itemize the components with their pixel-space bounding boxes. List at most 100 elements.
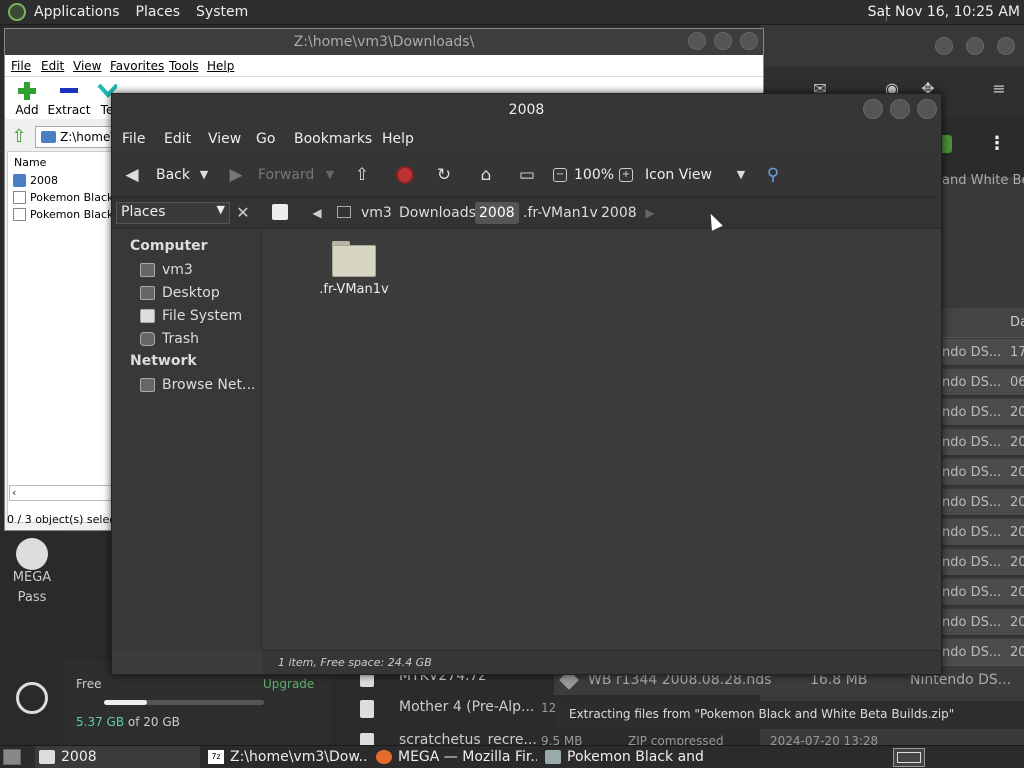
up-arrow-icon[interactable]: ⇧ — [352, 165, 372, 185]
item-name: Pokemon Black ar — [30, 208, 112, 221]
zoom-out-icon[interactable]: − — [553, 168, 567, 182]
kebab-menu-icon[interactable]: ⋮ — [988, 133, 1006, 154]
mega-logo-icon[interactable] — [16, 682, 48, 714]
back-button[interactable]: Back — [156, 153, 190, 197]
crumb-right-arrow-icon[interactable]: ▶ — [640, 202, 660, 224]
close-icon[interactable] — [740, 32, 758, 50]
maximize-icon[interactable] — [890, 99, 910, 119]
table-row[interactable]: ndo DS... 20 — [940, 459, 1024, 487]
folder-icon — [13, 174, 26, 187]
hamburger-menu-icon[interactable]: ≡ — [989, 79, 1009, 99]
forward-arrow-icon[interactable]: ▶ — [226, 165, 246, 185]
reload-icon[interactable]: ↻ — [434, 165, 454, 185]
name-column-header[interactable]: Name — [14, 156, 46, 169]
task-firefox[interactable]: MEGA — Mozilla Fir... — [372, 746, 537, 768]
sidebar-item-vm3[interactable]: vm3 — [140, 260, 193, 280]
table-row[interactable]: ndo DS... 20 — [940, 489, 1024, 517]
7zip-titlebar[interactable]: Z:\home\vm3\Downloads\ — [5, 29, 763, 55]
system-menu[interactable]: System — [196, 4, 248, 20]
table-row[interactable]: ndo DS... 20 — [940, 549, 1024, 577]
view-mode-select[interactable]: Icon View — [645, 153, 712, 197]
breadcrumb-downloads[interactable]: Downloads — [395, 202, 480, 224]
horizontal-scrollbar[interactable]: ‹ — [9, 485, 115, 501]
storage-plan-label: Free — [76, 677, 102, 691]
minimize-icon[interactable] — [688, 32, 706, 50]
minimize-icon[interactable] — [935, 37, 953, 55]
extraction-status-tooltip: Extracting files from "Pokemon Black and… — [556, 701, 1024, 729]
table-row[interactable]: ndo DS... 20 — [940, 399, 1024, 427]
mega-sidebar: MEGA Pass — [0, 530, 64, 745]
minimize-icon[interactable] — [863, 99, 883, 119]
back-arrow-icon[interactable]: ◀ — [122, 165, 142, 185]
table-row[interactable]: ndo DS... 20 — [940, 429, 1024, 457]
maximize-icon[interactable] — [714, 32, 732, 50]
forward-history-dropdown-icon[interactable]: ▼ — [320, 165, 340, 185]
add-button[interactable]: Add — [9, 77, 45, 119]
task-archive-manager[interactable]: Pokemon Black and ... — [541, 746, 706, 768]
menu-view[interactable]: View — [208, 131, 241, 147]
menu-edit[interactable]: Edit — [164, 131, 191, 147]
clock[interactable]: Sat Nov 16, 10:25 AM — [868, 4, 1020, 20]
zoom-in-icon[interactable]: + — [619, 168, 633, 182]
close-icon[interactable] — [997, 37, 1015, 55]
close-sidebar-icon[interactable]: ✕ — [232, 202, 254, 224]
extract-button[interactable]: Extract — [47, 77, 91, 119]
menu-view[interactable]: View — [73, 59, 101, 73]
table-row[interactable]: ndo DS... 06 — [940, 369, 1024, 397]
places-select[interactable]: Places ▼ — [116, 202, 230, 224]
search-icon[interactable]: ⚲ — [763, 165, 783, 185]
stop-icon[interactable] — [396, 166, 414, 184]
list-item[interactable]: 2008 — [12, 172, 112, 189]
menu-go[interactable]: Go — [256, 131, 275, 147]
table-row[interactable]: ndo DS... 17 — [940, 339, 1024, 367]
sidebar-item-file-system[interactable]: File System — [140, 306, 242, 326]
table-row[interactable]: ndo DS... 20 — [940, 519, 1024, 547]
computer-icon[interactable]: ▭ — [517, 165, 537, 185]
menu-file[interactable]: File — [11, 59, 31, 73]
upgrade-link[interactable]: Upgrade — [263, 677, 314, 691]
zoom-level[interactable]: 100% — [574, 153, 614, 197]
workspace-switcher[interactable] — [893, 748, 925, 767]
sidebar-item-trash[interactable]: Trash — [140, 329, 199, 349]
task-file-manager[interactable]: 2008 — [35, 746, 200, 768]
show-desktop-icon[interactable] — [3, 749, 21, 765]
maximize-icon[interactable] — [966, 37, 984, 55]
edit-location-icon[interactable] — [272, 204, 288, 220]
menu-bookmarks[interactable]: Bookmarks — [294, 131, 372, 147]
applications-menu[interactable]: Applications — [34, 4, 120, 20]
back-history-dropdown-icon[interactable]: ▼ — [194, 165, 214, 185]
menu-help[interactable]: Help — [382, 131, 414, 147]
places-menu[interactable]: Places — [136, 4, 181, 20]
date-column-header[interactable]: Da — [1010, 315, 1024, 330]
task-7zip[interactable]: 7z Z:\home\vm3\Dow... — [204, 746, 368, 768]
scroll-left-icon[interactable]: ‹ — [12, 486, 16, 499]
distro-logo-icon[interactable] — [8, 3, 26, 21]
table-row[interactable]: ndo DS... 20 — [940, 609, 1024, 637]
sidebar-item-desktop[interactable]: Desktop — [140, 283, 220, 303]
sidebar-item-browse-network[interactable]: Browse Net... — [140, 375, 255, 395]
up-folder-icon[interactable]: ⇧ — [9, 127, 29, 147]
crumb-left-arrow-icon[interactable]: ◀ — [307, 202, 327, 224]
view-mode-dropdown-icon[interactable]: ▼ — [731, 165, 751, 185]
breadcrumb-2008-sub[interactable]: 2008 — [597, 202, 641, 224]
list-item[interactable]: Pokemon Black ar — [12, 206, 112, 223]
mega-pass-label[interactable]: MEGA Pass — [0, 560, 64, 608]
row-type: ndo DS... — [942, 495, 1002, 510]
file-manager-titlebar[interactable]: 2008 — [112, 94, 941, 126]
task-label: Pokemon Black and ... — [567, 749, 706, 765]
table-row[interactable]: ndo DS... 20 — [940, 639, 1024, 667]
menu-edit[interactable]: Edit — [41, 59, 64, 73]
close-icon[interactable] — [917, 99, 937, 119]
path-input[interactable]: Z:\home\v — [35, 126, 115, 148]
home-icon[interactable]: ⌂ — [476, 165, 496, 185]
menu-favorites[interactable]: Favorites — [110, 59, 164, 73]
list-item[interactable]: Pokemon Black ar — [12, 189, 112, 206]
breadcrumb-vm3[interactable]: vm3 — [357, 202, 396, 224]
breadcrumb-fr-vman1v[interactable]: .fr-VMan1v — [519, 202, 602, 224]
menu-file[interactable]: File — [122, 131, 145, 147]
breadcrumb-2008[interactable]: 2008 — [475, 202, 519, 224]
forward-button[interactable]: Forward — [258, 153, 314, 197]
menu-tools[interactable]: Tools — [169, 59, 199, 73]
menu-help[interactable]: Help — [207, 59, 234, 73]
table-row[interactable]: ndo DS... 20 — [940, 579, 1024, 607]
